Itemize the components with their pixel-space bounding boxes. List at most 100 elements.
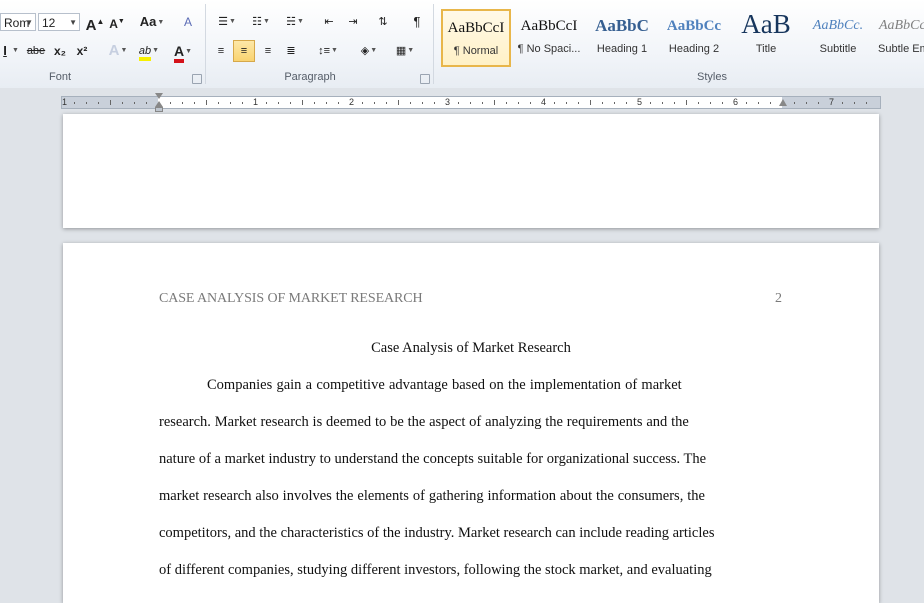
style-preview: AaBbCcI — [447, 20, 505, 36]
ruler-dot — [722, 102, 723, 104]
style-title[interactable]: AaB Title — [731, 9, 801, 67]
ruler-dot — [374, 102, 375, 104]
ruler-number: 2 — [349, 97, 355, 107]
first-line-indent-marker[interactable] — [155, 93, 163, 99]
style-no-spacing[interactable]: AaBbCcI ¶ No Spaci... — [514, 9, 584, 67]
page-2[interactable]: CASE ANALYSIS OF MARKET RESEARCH 2 Case … — [63, 243, 879, 603]
ruler-dot — [842, 102, 843, 104]
style-name: ¶ No Spaci... — [517, 43, 581, 55]
sort-button[interactable]: ⇅ — [372, 11, 394, 33]
font-size-combo[interactable]: 12 ▼ — [38, 13, 80, 31]
text-effects-button[interactable]: A▼ — [104, 40, 132, 62]
ruler-dot — [698, 102, 699, 104]
shading-button[interactable]: ◈▼ — [354, 40, 384, 62]
style-preview: AaBbCcI — [520, 18, 578, 34]
align-right-button[interactable]: ≡ — [257, 40, 279, 62]
horizontal-ruler[interactable]: 1 1 2 3 4 5 6 7 — [61, 96, 881, 109]
line-spacing-button[interactable]: ↕≡▼ — [313, 40, 343, 62]
font-name-combo[interactable]: Rom ▼ — [0, 13, 36, 31]
style-preview: AaBbCc — [879, 18, 924, 33]
ruler-dot — [794, 102, 795, 104]
ruler-dot — [530, 102, 531, 104]
superscript-icon: x² — [76, 44, 88, 58]
line-spacing-icon: ↕≡ — [318, 45, 330, 57]
ruler-dot — [98, 102, 99, 104]
document-title: Case Analysis of Market Research — [371, 340, 571, 356]
font-color-button[interactable]: A▼ — [168, 40, 198, 63]
align-center-button[interactable]: ≡ — [233, 40, 255, 62]
ruler-dot — [122, 102, 123, 104]
highlight-button[interactable]: ab▼ — [134, 40, 164, 62]
ruler-dot — [506, 102, 507, 104]
ruler-dot — [362, 102, 363, 104]
strikethrough-button[interactable]: abe — [24, 40, 48, 62]
shrink-font-icon: A — [109, 17, 118, 31]
superscript-button[interactable]: x² — [71, 40, 93, 62]
ruler-dot — [74, 102, 75, 104]
shrink-font-button[interactable]: A▼ — [106, 11, 128, 33]
ruler-dot — [458, 102, 459, 104]
ruler-dot — [410, 102, 411, 104]
style-name: Heading 2 — [668, 43, 720, 55]
ruler-dot — [278, 102, 279, 104]
ruler-dot — [170, 102, 171, 104]
change-case-button[interactable]: Aa▼ — [137, 11, 167, 33]
increase-indent-button[interactable]: ⇥ — [342, 11, 364, 33]
ruler-tick — [206, 100, 207, 105]
style-heading-1[interactable]: AaBbC Heading 1 — [587, 9, 657, 67]
ruler-number: 3 — [445, 97, 451, 107]
align-left-button[interactable]: ≡ — [210, 40, 232, 62]
clear-formatting-button[interactable]: A — [177, 11, 199, 33]
grow-font-button[interactable]: A▲ — [84, 11, 106, 34]
multilevel-list-button[interactable]: ☵▼ — [280, 11, 310, 33]
ruler-number: 5 — [637, 97, 643, 107]
borders-icon: ▦ — [395, 45, 407, 57]
align-left-icon: ≡ — [217, 45, 225, 57]
page-1-bottom[interactable] — [63, 114, 879, 228]
show-formatting-button[interactable]: ¶ — [406, 11, 428, 33]
text-effects-icon: A — [108, 42, 120, 59]
ruler-dot — [746, 102, 747, 104]
ruler-dot — [806, 102, 807, 104]
borders-button[interactable]: ▦▼ — [390, 40, 420, 62]
align-center-icon: ≡ — [240, 45, 248, 57]
ruler-dot — [386, 102, 387, 104]
font-dialog-launcher[interactable] — [192, 74, 202, 84]
ruler-number: 7 — [829, 97, 835, 107]
left-indent-marker[interactable] — [155, 107, 163, 112]
ruler-tick — [302, 100, 303, 105]
style-normal[interactable]: AaBbCcI ¶ Normal — [441, 9, 511, 67]
increase-indent-icon: ⇥ — [348, 16, 358, 28]
ruler-dot — [614, 102, 615, 104]
ruler-dot — [470, 102, 471, 104]
style-heading-2[interactable]: AaBbCc Heading 2 — [659, 9, 729, 67]
underline-dropdown[interactable]: I — [0, 40, 10, 62]
paragraph-dialog-launcher[interactable] — [420, 74, 430, 84]
style-subtitle[interactable]: AaBbCc. Subtitle — [803, 9, 873, 67]
justify-button[interactable]: ≣ — [280, 40, 302, 62]
justify-icon: ≣ — [286, 45, 296, 57]
underline-arrow[interactable]: ▼ — [10, 40, 20, 62]
subscript-button[interactable]: x₂ — [49, 40, 71, 62]
ruler-dot — [86, 102, 87, 104]
body-line: research. Market research is deemed to b… — [159, 414, 689, 430]
numbering-button[interactable]: ☷▼ — [246, 11, 276, 33]
ruler-dot — [770, 102, 771, 104]
ruler-number: 1 — [62, 97, 68, 107]
ruler-dot — [290, 102, 291, 104]
align-right-icon: ≡ — [264, 45, 272, 57]
ruler-dot — [710, 102, 711, 104]
ruler-dot — [866, 102, 867, 104]
change-case-icon: Aa — [139, 14, 157, 29]
ruler-tick — [398, 100, 399, 105]
ruler-dot — [422, 102, 423, 104]
bullets-button[interactable]: ☰▼ — [212, 11, 242, 33]
ruler-dot — [134, 102, 135, 104]
chevron-down-icon: ▼ — [69, 18, 77, 27]
right-indent-marker[interactable] — [779, 99, 787, 106]
style-subtle-emphasis[interactable]: AaBbCc Subtle Em — [875, 9, 924, 67]
ruler-tick — [686, 100, 687, 105]
ruler-dot — [326, 102, 327, 104]
decrease-indent-button[interactable]: ⇤ — [318, 11, 340, 33]
style-preview: AaBbCc — [666, 18, 722, 34]
